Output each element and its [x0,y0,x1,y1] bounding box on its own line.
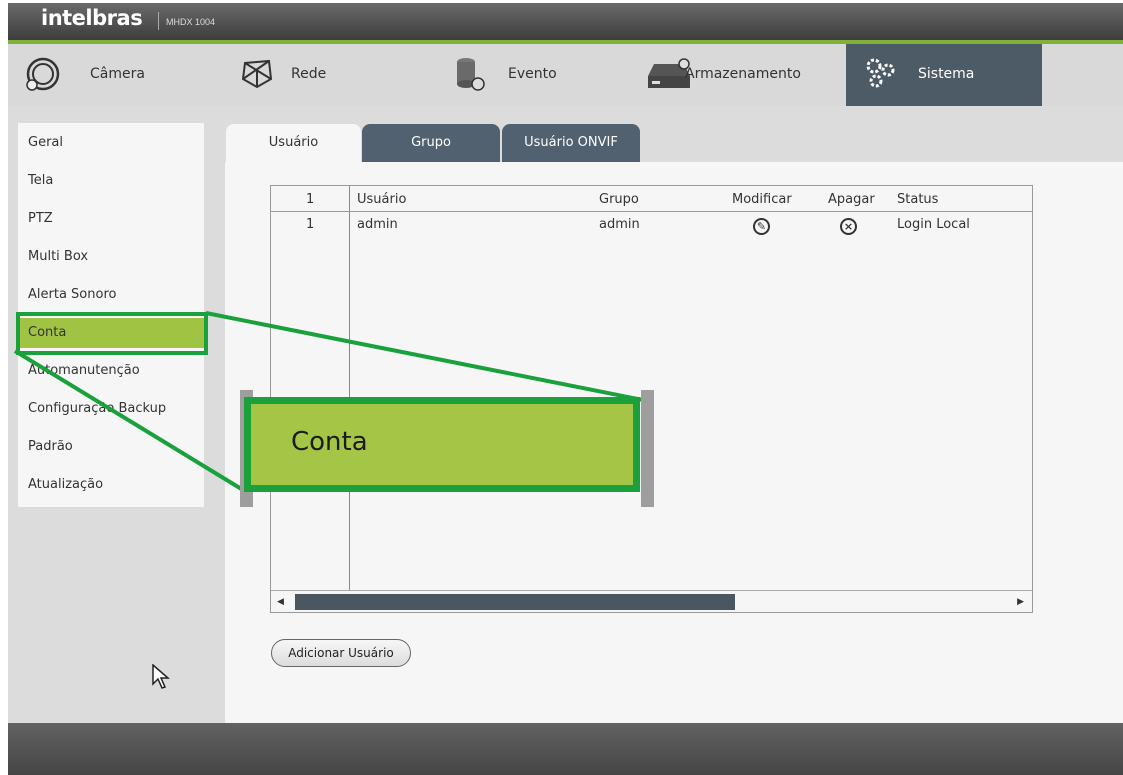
sidebar-item-configuracao-backup[interactable]: Configuração Backup [18,394,204,424]
nav-tab-label: Armazenamento [685,66,801,82]
bottom-bar [8,723,1123,775]
brand-bar: intelbras MHDX 1004 [8,3,1123,40]
column-header-grupo[interactable]: Grupo [599,192,639,207]
column-header-status[interactable]: Status [897,192,938,207]
column-header-index: 1 [306,192,315,207]
callout-label: Conta [291,427,368,457]
sidebar-item-atualizacao[interactable]: Atualização [18,470,204,500]
callout-zoom-box: Conta [244,397,640,492]
tab-grupo[interactable]: Grupo [362,124,500,162]
column-header-modificar: Modificar [732,192,792,207]
nav-tab-network[interactable]: Rede [223,44,430,106]
header-divider [271,211,1032,212]
sidebar-highlight-frame [16,312,208,355]
brand-separator [158,12,159,30]
nav-tab-system[interactable]: Sistema [846,44,1042,106]
nav-tab-camera[interactable]: Câmera [8,44,223,106]
row-status: Login Local [897,217,970,232]
tab-usuario-onvif[interactable]: Usuário ONVIF [502,124,640,162]
gear-icon [866,58,895,88]
sidebar-item-tela[interactable]: Tela [18,166,204,196]
sidebar-item-alerta-sonoro[interactable]: Alerta Sonoro [18,280,204,310]
delete-icon[interactable]: × [840,218,857,235]
column-divider [349,186,350,590]
nav-tab-label: Sistema [918,66,975,82]
camera-icon [26,57,60,91]
row-group: admin [599,217,640,232]
nav-tab-storage[interactable]: Armazenamento [638,44,846,106]
tab-usuario[interactable]: Usuário [226,124,361,162]
brand-logo: intelbras [41,6,143,30]
nav-tab-event[interactable]: Evento [430,44,638,106]
callout-bracket-right [641,390,654,507]
column-header-apagar: Apagar [828,192,875,207]
sidebar-item-ptz[interactable]: PTZ [18,204,204,234]
nav-tab-label: Câmera [90,66,145,82]
scroll-thumb[interactable] [295,594,735,610]
dvr-screen: intelbras MHDX 1004 Câmera Rede Evento A… [8,3,1123,775]
sidebar-item-automanutencao[interactable]: Automanutenção [18,356,204,386]
top-nav: Câmera Rede Evento Armazenamento Sistema [8,44,1123,106]
nav-tab-label: Evento [508,66,557,82]
nav-tab-label: Rede [291,66,327,82]
scroll-left-arrow-icon[interactable]: ◀ [277,597,284,607]
row-index: 1 [306,217,315,232]
horizontal-scrollbar[interactable]: ◀ ▶ [271,590,1032,612]
scroll-right-arrow-icon[interactable]: ▶ [1017,597,1024,607]
sidebar-item-geral[interactable]: Geral [18,128,204,158]
row-username: admin [357,217,398,232]
sidebar-item-padrao[interactable]: Padrão [18,432,204,462]
add-user-button[interactable]: Adicionar Usuário [271,639,411,667]
column-header-usuario[interactable]: Usuário [357,192,406,207]
device-model: MHDX 1004 [166,17,216,27]
mouse-cursor-icon [152,664,170,689]
network-icon [241,59,273,89]
event-icon [457,58,485,91]
sidebar-item-multi-box[interactable]: Multi Box [18,242,204,272]
edit-icon[interactable]: ✎ [753,218,770,235]
